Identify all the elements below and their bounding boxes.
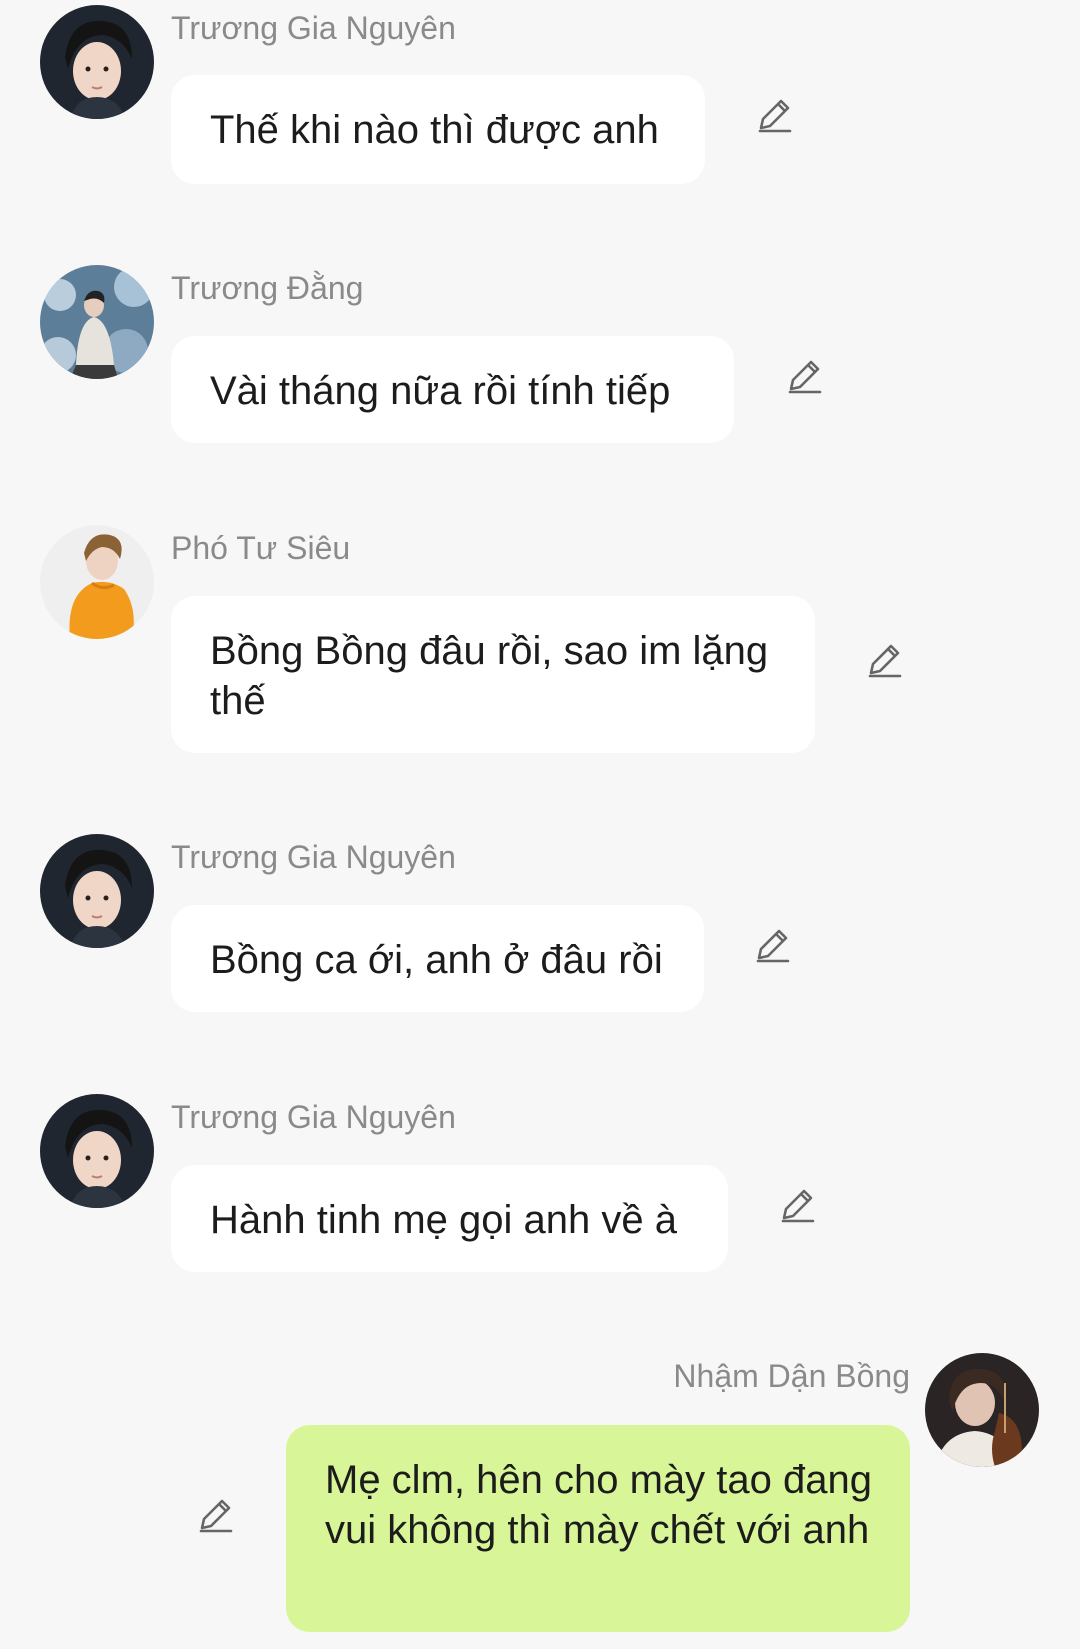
chat-thread[interactable]: Trương Gia Nguyên Thế khi nào thì được a… bbox=[0, 0, 1080, 1649]
pencil-edit-icon[interactable] bbox=[753, 925, 793, 965]
pencil-edit-icon[interactable] bbox=[785, 356, 825, 396]
message-bubble[interactable]: Bồng Bồng đâu rồi, sao im lặng thế bbox=[171, 596, 815, 753]
message-bubble[interactable]: Vài tháng nữa rồi tính tiếp bbox=[171, 336, 734, 443]
message-bubble[interactable]: Hành tinh mẹ gọi anh về à bbox=[171, 1165, 728, 1272]
sender-avatar[interactable] bbox=[40, 525, 154, 639]
pencil-edit-icon[interactable] bbox=[196, 1495, 236, 1535]
message-bubble[interactable]: Mẹ clm, hên cho mày tao đang vui không t… bbox=[286, 1425, 910, 1632]
sender-avatar[interactable] bbox=[40, 1094, 154, 1208]
pencil-edit-icon[interactable] bbox=[778, 1185, 818, 1225]
pencil-edit-icon[interactable] bbox=[865, 640, 905, 680]
sender-name: Trương Gia Nguyên bbox=[171, 839, 456, 875]
sender-name: Nhậm Dận Bồng bbox=[673, 1358, 910, 1394]
sender-name: Trương Gia Nguyên bbox=[171, 1099, 456, 1135]
sender-name: Trương Đằng bbox=[171, 270, 364, 306]
pencil-edit-icon[interactable] bbox=[755, 95, 795, 135]
sender-avatar[interactable] bbox=[40, 5, 154, 119]
sender-avatar[interactable] bbox=[925, 1353, 1039, 1467]
message-bubble[interactable]: Bồng ca ới, anh ở đâu rồi bbox=[171, 905, 704, 1012]
sender-avatar[interactable] bbox=[40, 834, 154, 948]
sender-name: Phó Tư Siêu bbox=[171, 530, 351, 566]
sender-avatar[interactable] bbox=[40, 265, 154, 379]
sender-name: Trương Gia Nguyên bbox=[171, 10, 456, 46]
message-bubble[interactable]: Thế khi nào thì được anh bbox=[171, 75, 705, 184]
